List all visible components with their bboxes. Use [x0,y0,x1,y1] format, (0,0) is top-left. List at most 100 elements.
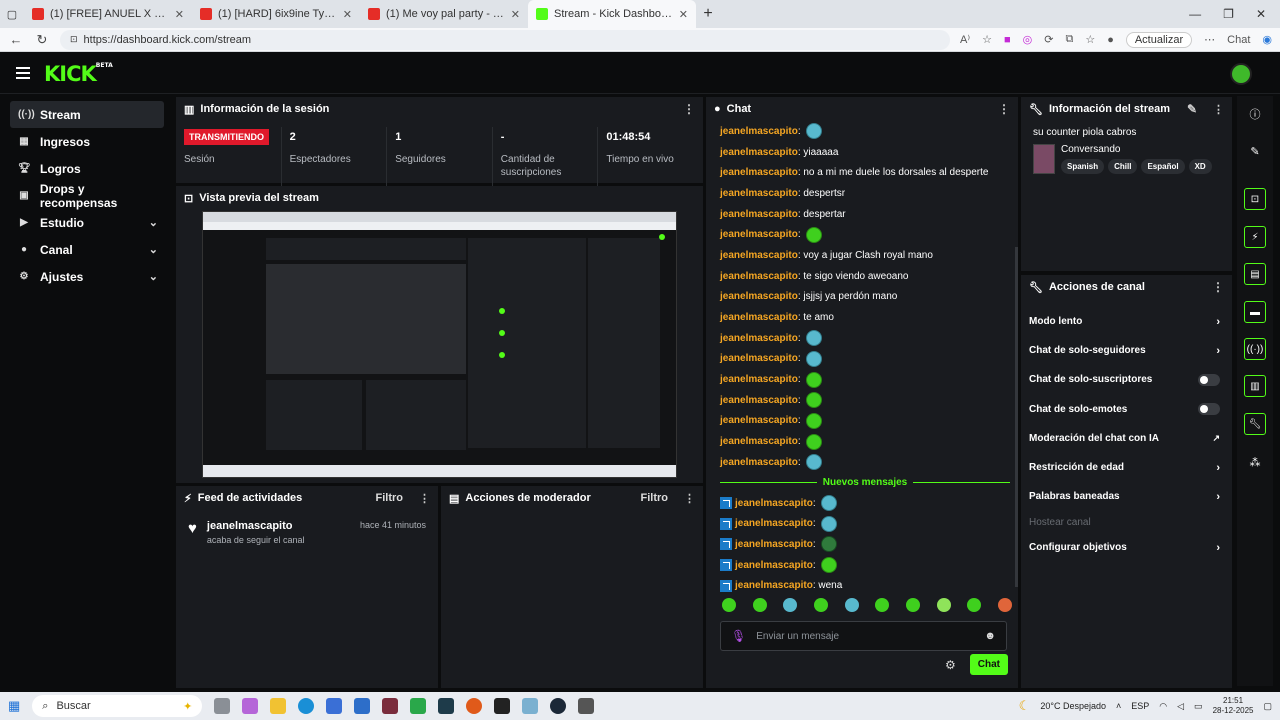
outlook-icon[interactable] [354,698,371,714]
close-window-icon[interactable]: ✕ [1256,7,1266,21]
filter-button[interactable]: Filtro [376,492,404,504]
send-chat-button[interactable]: Chat [969,654,1008,675]
clock[interactable]: 21:51 28-12-2025 [1213,696,1254,716]
minimize-icon[interactable]: — [1189,7,1201,21]
menu-icon[interactable] [16,67,30,79]
extension-icon[interactable]: ■ [1004,34,1011,46]
chat-username[interactable]: jeanelmascapito [735,560,813,571]
browser-tab[interactable]: (1) [FREE] ANUEL X BAD BUNNY T✕ [24,0,192,28]
chat-username[interactable]: jeanelmascapito [720,415,798,426]
sidebar-item-ajustes[interactable]: ⚙ Ajustes ⌄ [10,263,164,290]
copilot-app-icon[interactable] [242,698,259,714]
emote-icon[interactable] [844,598,859,612]
emote-icon[interactable] [905,598,920,612]
kick-logo[interactable]: KICKBETA [44,62,113,86]
chat-username[interactable]: jeanelmascapito [720,374,798,385]
browser-tab-active[interactable]: Stream - Kick Dashboard ✕ [528,0,696,28]
emote-icon[interactable] [752,598,767,612]
taskbar-search[interactable]: ⌕ Buscar ✦ [32,695,203,717]
stream-icon[interactable]: ((·)) [1244,338,1266,360]
emote-icon[interactable] [783,598,798,612]
favorite-icon[interactable]: ☆ [982,33,992,46]
volume-icon[interactable]: ◁ [1177,701,1184,712]
close-icon[interactable]: ✕ [175,8,184,21]
action-slow-mode[interactable]: Modo lento › [1021,307,1232,336]
maximize-icon[interactable]: ❐ [1223,7,1234,21]
url-field[interactable]: ⊡ https://dashboard.kick.com/stream [60,29,951,50]
chat-username[interactable]: jeanelmascapito [720,312,798,323]
more-options-icon[interactable]: ⋮ [1213,103,1224,116]
subscribers-only-toggle[interactable] [1198,373,1220,386]
more-options-icon[interactable]: ⋮ [683,102,695,116]
site-info-icon[interactable]: ⊡ [70,34,78,45]
tab-actions-icon[interactable]: ▢ [0,8,24,21]
gear-icon[interactable]: ⚙ [945,658,956,672]
chat-username[interactable]: jeanelmascapito [720,250,798,261]
action-ai-moderation[interactable]: Moderación del chat con IA ↗ [1021,424,1232,453]
emote-icon[interactable] [997,598,1012,612]
action-followers-only[interactable]: Chat de solo-seguidores › [1021,336,1232,365]
stream-preview-video[interactable] [202,211,677,478]
profile-icon[interactable]: ● [1107,34,1114,46]
chat-username[interactable]: jeanelmascapito [720,271,798,282]
chat-username[interactable]: jeanelmascapito [720,333,798,344]
more-icon[interactable]: ⋯ [1204,33,1215,46]
filter-button[interactable]: Filtro [641,492,669,504]
emote-icon[interactable] [967,598,982,612]
read-aloud-icon[interactable]: A⁾ [960,33,970,46]
copilot-icon[interactable]: ◉ [1262,33,1272,46]
close-icon[interactable]: ✕ [343,8,352,21]
action-banned-words[interactable]: Palabras baneadas › [1021,482,1232,511]
emote-icon[interactable] [875,598,890,612]
sidebar-item-stream[interactable]: ((·)) Stream [10,101,164,128]
app-icon[interactable] [410,698,427,714]
action-age-restriction[interactable]: Restricción de edad › [1021,453,1232,482]
app-icon[interactable] [494,698,511,714]
chat-username[interactable]: jeanelmascapito [735,498,813,509]
scrollbar[interactable] [1015,247,1018,587]
chat-username[interactable]: jeanelmascapito [720,457,798,468]
chat-username[interactable]: jeanelmascapito [720,291,798,302]
more-options-icon[interactable]: ⋮ [998,102,1010,116]
chat-username[interactable]: jeanelmascapito [735,518,813,529]
file-explorer-icon[interactable] [270,698,287,714]
weather-text[interactable]: 20°C Despejado [1040,701,1106,711]
chat-username[interactable]: jeanelmascapito [735,580,813,591]
session-icon[interactable]: ▥ [1244,375,1266,397]
emote-icon[interactable] [722,598,736,612]
microphone-icon[interactable]: 🎙︎ [731,629,746,643]
new-tab-button[interactable]: + [696,5,720,23]
browser-tab[interactable]: (1) Me voy pal party - YouTube✕ [360,0,528,28]
steam-icon[interactable] [550,698,567,714]
windows-start-icon[interactable]: ▦ [8,698,20,714]
sidebar-item-estudio[interactable]: ▶ Estudio ⌄ [10,209,164,236]
more-options-icon[interactable]: ⋮ [684,492,695,505]
settings-icon[interactable] [578,698,595,714]
chevron-up-icon[interactable]: ˄ [1116,701,1121,711]
chat-username[interactable]: jeanelmascapito [720,353,798,364]
app-icon[interactable] [438,698,455,714]
chat-username[interactable]: jeanelmascapito [720,167,798,178]
bolt-icon[interactable]: ⚡︎ [1244,226,1266,248]
chat-input[interactable]: 🎙︎ Enviar un mensaje ☻ [720,621,1007,651]
back-icon[interactable]: ← [8,32,24,47]
browser-tab[interactable]: (1) [HARD] 6ix9ine Type Beat - "Dr✕ [192,0,360,28]
refresh-ext-icon[interactable]: ⟳ [1044,33,1053,46]
collections-icon[interactable]: ☆ [1085,33,1095,46]
chat-username[interactable]: jeanelmascapito [720,147,798,158]
chat-icon[interactable]: ▬ [1244,301,1266,323]
language-indicator[interactable]: ESP [1131,701,1149,711]
emote-icon[interactable] [936,598,951,612]
action-configure-goals[interactable]: Configurar objetivos › [1021,533,1232,562]
avatar[interactable] [1230,63,1252,85]
chat-username[interactable]: jeanelmascapito [720,188,798,199]
info-icon[interactable]: ⓘ [1244,103,1266,125]
chat-username[interactable]: jeanelmascapito [720,395,798,406]
close-icon[interactable]: ✕ [511,8,520,21]
chat-username[interactable]: jeanelmascapito [720,229,798,240]
task-view-icon[interactable] [214,698,231,714]
battery-icon[interactable]: ▭ [1194,701,1203,712]
edit-icon[interactable]: ✎ [1187,102,1197,116]
edit-icon[interactable]: ✎ [1244,140,1266,162]
reload-icon[interactable]: ↻ [34,32,50,48]
